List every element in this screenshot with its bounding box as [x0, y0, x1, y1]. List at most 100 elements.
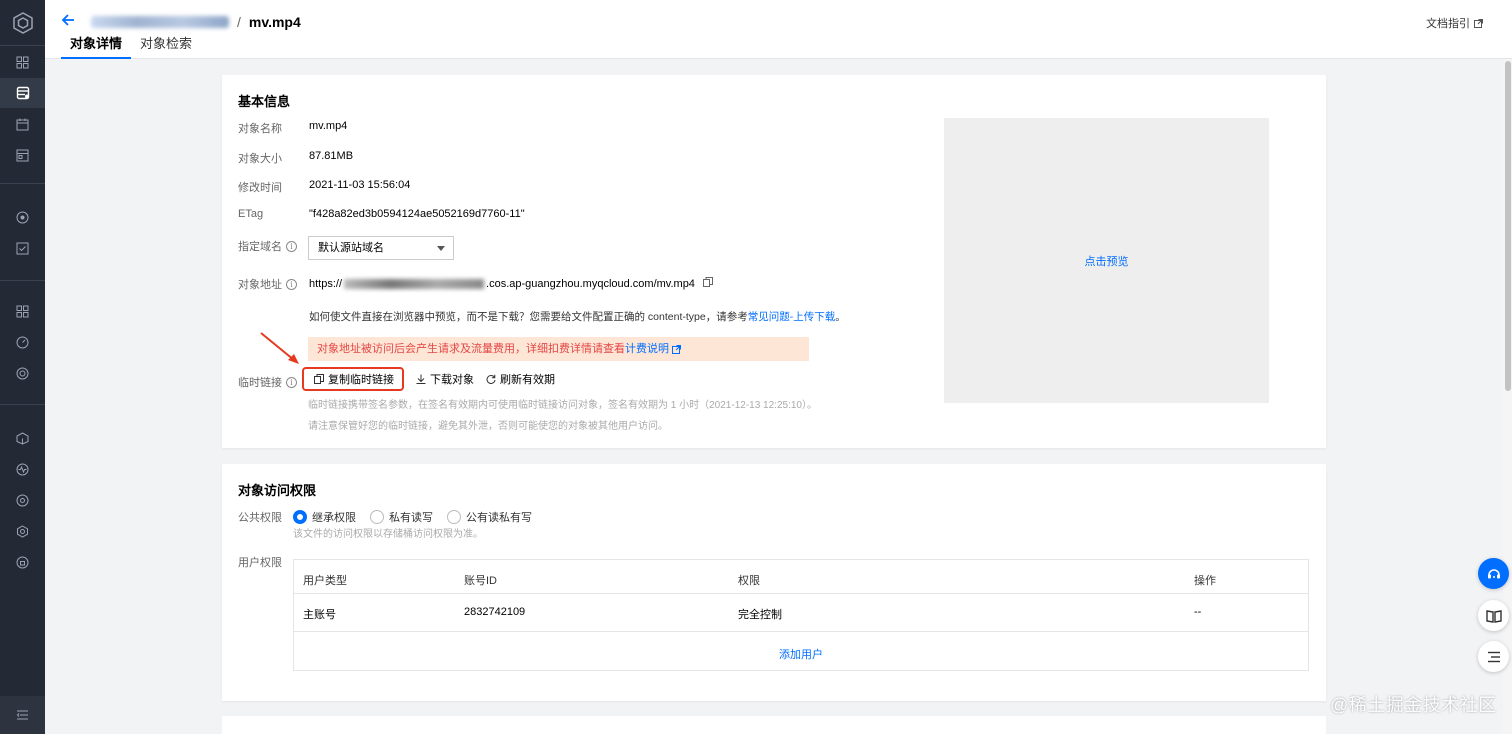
- sidebar-item-data-process[interactable]: [0, 202, 45, 232]
- sidebar-divider: [0, 45, 45, 46]
- list-icon: [1487, 651, 1500, 662]
- user-permission-table: 用户类型 账号ID 权限 操作 主账号 2832742109 完全控制 -- 添…: [293, 559, 1309, 671]
- domain-label-text: 指定域名: [238, 241, 282, 253]
- pulse-icon: [16, 463, 29, 475]
- domain-label: 指定域名 i: [238, 238, 297, 254]
- sidebar-item-apps[interactable]: [0, 296, 45, 326]
- database-icon: [16, 86, 29, 100]
- customer-service-button[interactable]: [1478, 558, 1509, 589]
- sidebar-item-batch[interactable]: [0, 109, 45, 139]
- etag-value: "f428a82ed3b0594124ae5052169d7760-11": [309, 208, 525, 220]
- info-icon[interactable]: i: [286, 240, 297, 252]
- info-icon[interactable]: i: [286, 278, 297, 290]
- address-redacted: [344, 278, 485, 289]
- radio-checked-icon: [293, 510, 307, 524]
- radio-unchecked-icon: [447, 510, 461, 524]
- preview-panel[interactable]: 点击预览: [944, 118, 1269, 403]
- temp-link-label: 临时链接 i: [238, 374, 297, 390]
- breadcrumb-separator: /: [237, 14, 241, 30]
- sidebar-item-cloud[interactable]: [0, 423, 45, 453]
- sidebar-item-ci[interactable]: [0, 485, 45, 515]
- lock-circle-icon: [16, 556, 29, 568]
- external-link-icon: [672, 344, 681, 354]
- public-permission-hint: 该文件的访问权限以存储桶访问权限为准。: [293, 529, 483, 540]
- menu-collapse-icon: [16, 710, 28, 720]
- download-object-button[interactable]: 下载对象: [416, 371, 474, 387]
- bucket-name-redacted[interactable]: [91, 16, 229, 28]
- back-arrow-icon[interactable]: [61, 13, 77, 29]
- sidebar-item-speed[interactable]: [0, 327, 45, 357]
- docs-button[interactable]: [1478, 600, 1509, 631]
- info-icon[interactable]: i: [286, 376, 297, 388]
- sidebar-item-overview[interactable]: [0, 47, 45, 77]
- temp-link-hint-2: 请注意保管好您的临时链接，避免其外泄，否则可能使您的对象被其他用户访问。: [308, 421, 668, 432]
- refresh-validity-button[interactable]: 刷新有效期: [486, 371, 555, 387]
- preview-note-end: 。: [835, 311, 846, 323]
- object-size-label: 对象大小: [238, 153, 282, 165]
- apps-icon: [16, 305, 29, 317]
- preview-note: 如何使文件直接在浏览器中预览，而不是下载？您需要给文件配置正确的 content…: [309, 309, 846, 324]
- page-header: / mv.mp4 对象详情 对象检索 文档指引: [45, 0, 1512, 59]
- temp-link-label-text: 临时链接: [238, 377, 282, 389]
- sidebar-item-access[interactable]: [0, 547, 45, 577]
- outline-button[interactable]: [1478, 641, 1509, 672]
- radio-private[interactable]: 私有读写: [370, 509, 433, 525]
- download-object-label: 下载对象: [430, 374, 474, 386]
- billing-link-label: 计费说明: [625, 343, 669, 355]
- sidebar-divider: [0, 280, 45, 281]
- public-permission-label: 公共权限: [238, 512, 282, 524]
- temp-link-hint-1: 临时链接携带签名参数，在签名有效期内可使用临时链接访问对象，签名有效期为 1 小…: [308, 400, 817, 411]
- access-title: 对象访问权限: [238, 483, 317, 498]
- calendar-icon: [16, 118, 29, 130]
- at-icon: [16, 494, 29, 506]
- billing-link[interactable]: 计费说明: [625, 337, 681, 361]
- table-cell-user-type: 主账号: [303, 609, 336, 621]
- radio-unchecked-icon: [370, 510, 384, 524]
- sidebar-item-monitor[interactable]: [0, 140, 45, 170]
- radio-inherit-label: 继承权限: [312, 512, 356, 524]
- checkbox-icon: [16, 242, 29, 254]
- sidebar-item-settings[interactable]: [0, 516, 45, 546]
- radio-public-read[interactable]: 公有读私有写: [447, 509, 532, 525]
- object-name-label: 对象名称: [238, 123, 282, 135]
- cos-logo-icon[interactable]: [0, 0, 45, 45]
- billing-warning: 对象地址被访问后会产生请求及流量费用，详细扣费详情请查看 计费说明: [308, 337, 809, 361]
- sidebar: [0, 0, 45, 734]
- copy-icon: [314, 374, 324, 384]
- page-scrollbar[interactable]: [1503, 59, 1512, 734]
- refresh-icon: [486, 374, 496, 384]
- tab-object-search[interactable]: 对象检索: [131, 36, 201, 59]
- sidebar-item-security[interactable]: [0, 358, 45, 388]
- target-icon: [16, 211, 29, 223]
- table-header-action: 操作: [1194, 575, 1216, 587]
- sidebar-item-media[interactable]: [0, 454, 45, 484]
- domain-select-value: 默认源站域名: [318, 242, 384, 254]
- modified-time-label: 修改时间: [238, 182, 282, 194]
- billing-warning-text: 对象地址被访问后会产生请求及流量费用，详细扣费详情请查看: [317, 343, 625, 355]
- copy-temp-link-button[interactable]: 复制临时链接: [302, 367, 404, 391]
- table-cell-account-id: 2832742109: [464, 606, 526, 618]
- basic-info-title: 基本信息: [238, 94, 291, 109]
- doc-guide-link[interactable]: 文档指引: [1426, 15, 1483, 31]
- external-link-icon: [1474, 18, 1483, 28]
- scrollbar-thumb[interactable]: [1505, 61, 1511, 391]
- object-size-value: 87.81MB: [309, 150, 354, 162]
- grid-icon: [16, 56, 29, 68]
- etag-label: ETag: [238, 208, 264, 220]
- sidebar-divider: [0, 404, 45, 405]
- basic-info-card: 基本信息 对象名称 mv.mp4 对象大小 87.81MB 修改时间 2021-…: [222, 75, 1326, 448]
- domain-select[interactable]: 默认源站域名: [308, 236, 454, 260]
- faq-upload-download-link[interactable]: 常见问题-上传下载: [748, 309, 836, 324]
- sidebar-item-task[interactable]: [0, 233, 45, 263]
- sidebar-collapse-button[interactable]: [0, 696, 45, 734]
- tab-object-details[interactable]: 对象详情: [61, 36, 132, 59]
- copy-icon[interactable]: [702, 277, 713, 290]
- object-name-value: mv.mp4: [309, 120, 348, 132]
- sidebar-item-bucket-list[interactable]: [0, 78, 45, 108]
- radio-inherit[interactable]: 继承权限: [293, 509, 356, 525]
- preview-button[interactable]: 点击预览: [1085, 253, 1129, 269]
- address-label-text: 对象地址: [238, 279, 282, 291]
- add-user-button[interactable]: 添加用户: [294, 646, 1308, 662]
- cube-icon: [16, 431, 29, 445]
- table-divider: [294, 631, 1308, 632]
